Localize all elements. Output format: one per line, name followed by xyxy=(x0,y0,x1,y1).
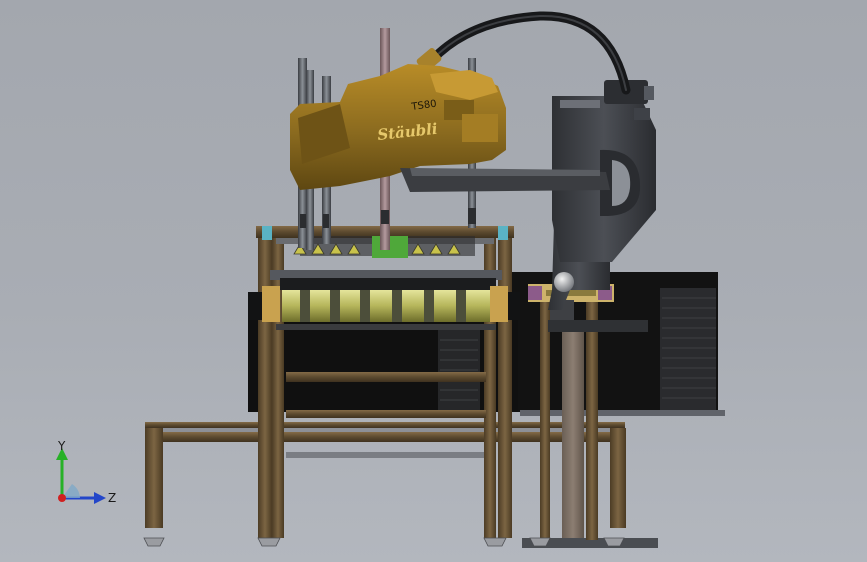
y-axis-arrow-icon xyxy=(56,448,68,498)
machine-assembly-model[interactable]: Stäubli TS80 xyxy=(0,0,867,562)
coordinate-triad[interactable]: Y Z xyxy=(50,440,120,510)
z-axis-label: Z xyxy=(108,491,116,505)
y-axis-label: Y xyxy=(57,440,66,453)
roller-assembly xyxy=(248,270,520,330)
cad-3d-viewport[interactable]: Stäubli TS80 Y Z xyxy=(0,0,867,562)
base-conveyor-frame xyxy=(145,422,626,528)
